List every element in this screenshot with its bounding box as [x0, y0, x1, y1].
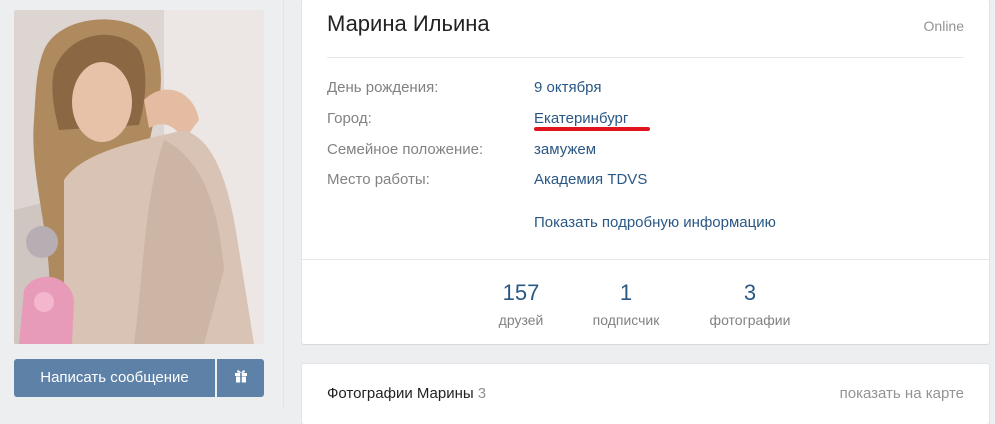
- workplace-link[interactable]: Академия TDVS: [534, 171, 647, 188]
- send-message-button[interactable]: Написать сообщение: [14, 359, 215, 397]
- birthday-link[interactable]: 9 октября: [534, 79, 601, 96]
- city-highlight-underline: [534, 127, 650, 131]
- photos-header[interactable]: Фотографии Марины 3: [327, 385, 486, 402]
- gift-icon: [234, 369, 248, 388]
- counter-followers[interactable]: 1 подписчик: [582, 280, 670, 328]
- counter-label: друзей: [498, 312, 544, 328]
- info-label: Семейное положение:: [327, 141, 484, 158]
- left-column: Написать сообщение: [0, 0, 283, 409]
- photos-count: 3: [477, 385, 487, 402]
- profile-actions: Написать сообщение: [14, 359, 264, 397]
- column-divider: [283, 0, 284, 409]
- info-label: Место работы:: [327, 171, 430, 188]
- counter-value: 157: [502, 280, 540, 305]
- show-more-info-link[interactable]: Показать подробную информацию: [534, 214, 776, 231]
- photos-title: Фотографии Марины: [327, 385, 474, 402]
- info-label: День рождения:: [327, 79, 439, 96]
- show-on-map-link[interactable]: показать на карте: [840, 385, 964, 402]
- counter-value: 1: [619, 280, 633, 305]
- avatar-photo: [14, 10, 264, 344]
- city-link[interactable]: Екатеринбург: [534, 110, 628, 127]
- info-label: Город:: [327, 110, 372, 127]
- profile-name: Марина Ильина: [327, 11, 490, 36]
- counter-label: фотографии: [709, 312, 791, 328]
- counter-friends[interactable]: 157 друзей: [487, 280, 555, 328]
- counter-label: подписчик: [592, 312, 660, 328]
- relationship-link[interactable]: замужем: [534, 141, 596, 158]
- counters-divider: [302, 259, 989, 260]
- counter-photos[interactable]: 3 фотографии: [700, 280, 800, 328]
- online-status: Online: [923, 18, 964, 34]
- counter-value: 3: [743, 280, 757, 305]
- send-gift-button[interactable]: [217, 359, 264, 397]
- photos-card: Фотографии Марины 3 показать на карте: [302, 364, 989, 424]
- profile-avatar[interactable]: [14, 10, 264, 344]
- name-divider: [327, 57, 964, 58]
- profile-info-card: Марина Ильина Online День рождения: 9 ок…: [302, 0, 989, 344]
